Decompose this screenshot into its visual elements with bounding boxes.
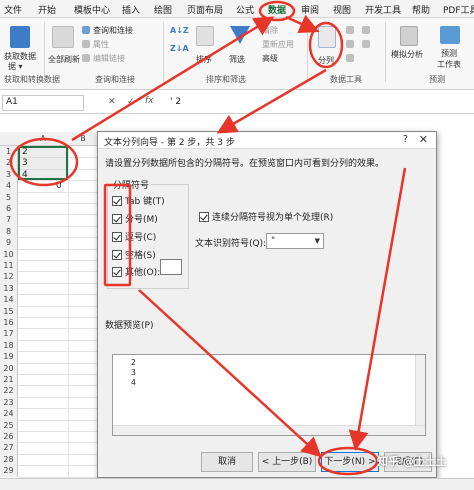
highlight-next-button-circle [317,446,379,476]
arrow-to-next-button-2 [348,167,407,451]
highlight-selected-cells-circle [9,137,79,187]
arrow-to-text-to-columns [285,14,320,33]
arrow-to-next-button [138,289,322,458]
arrow-to-data-tab [71,16,275,142]
watermark: 知乎 @土土土 [377,455,447,468]
annotation-overlay [9,0,407,476]
arrow-to-dialog [216,68,327,134]
sheet-tab-bar [0,478,474,490]
highlight-delimiters-box [103,183,132,287]
